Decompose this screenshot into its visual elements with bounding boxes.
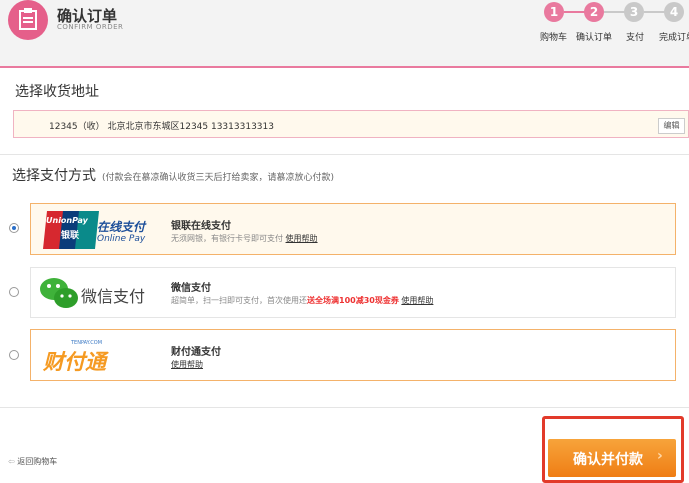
wechat-help-link[interactable]: 使用帮助 [401,296,433,305]
page-subtitle: CONFIRM ORDER [57,23,124,31]
order-icon [8,0,48,40]
tenpay-logo: TENPAY.COM 财付通 [31,330,159,380]
tenpay-option[interactable]: TENPAY.COM 财付通 财付通支付 使用帮助 [30,329,676,381]
step-3-marker: 3 [624,2,644,22]
confirm-pay-button[interactable]: 确认并付款 › [548,439,676,477]
unionpay-desc: 无须网银，有银行卡号即可支付 使用帮助 [171,233,318,244]
wechat-desc: 超简单，扫一扫即可支付，首次使用还送全场满100减30现金券 使用帮助 [171,295,433,306]
unionpay-help-link[interactable]: 使用帮助 [286,234,318,243]
wechat-logo-text: 微信支付 [81,287,146,306]
back-to-cart-link[interactable]: ⇦ 返回购物车 [8,456,57,467]
address-option[interactable]: 12345（收） 北京北京市东城区12345 13313313313 [13,110,689,138]
edit-address-button[interactable]: 编辑 [658,118,685,134]
unionpay-logo-sub: Online Pay [97,234,146,244]
unionpay-desc-text: 无须网银，有银行卡号即可支付 [171,234,283,243]
unionpay-logo: UnionPay 银联 在线支付 Online Pay [31,204,159,254]
step-2-label: 确认订单 [576,33,613,43]
wechat-option[interactable]: 微信支付 微信支付 超简单，扫一扫即可支付，首次使用还送全场满100减30现金券… [30,267,676,318]
step-1-label: 购物车 [540,33,568,43]
wechat-icon [40,278,78,308]
step-3-label: 支付 [626,33,645,43]
confirm-pay-label: 确认并付款 [573,452,643,468]
wechat-logo: 微信支付 [31,268,159,317]
unionpay-name: 银联在线支付 [171,221,231,232]
back-arrow-icon: ⇦ [8,457,15,466]
tenpay-radio[interactable] [9,350,19,360]
divider [0,407,689,408]
wechat-promo: 送全场满100减30现金券 [307,296,399,305]
unionpay-brand-cn: 银联 [61,231,80,241]
payment-section-note: (付款会在慕凉确认收货三天后打给卖家，请慕凉放心付款) [102,173,335,183]
wechat-name: 微信支付 [171,283,211,294]
divider [0,154,689,155]
tenpay-logo-text: 财付通 [43,350,106,374]
unionpay-logo-text: 在线支付 [97,220,146,234]
unionpay-brand: UnionPay [46,216,88,225]
address-text: 12345（收） 北京北京市东城区12345 13313313313 [49,122,274,132]
tenpay-name: 财付通支付 [171,347,221,358]
unionpay-option[interactable]: UnionPay 银联 在线支付 Online Pay 银联在线支付 无须网银，… [30,203,676,255]
tenpay-desc: 使用帮助 [171,359,203,370]
step-4-marker: 4 [664,2,684,22]
step-2-marker: 2 [584,2,604,22]
step-connector [644,11,666,13]
unionpay-radio[interactable] [9,223,19,233]
back-to-cart-label: 返回购物车 [17,457,58,466]
step-connector [604,11,626,13]
payment-section-title: 选择支付方式 (付款会在慕凉确认收货三天后打给卖家，请慕凉放心付款) [12,165,334,185]
step-connector [564,11,586,13]
page-header: 确认订单 CONFIRM ORDER 1 2 3 4 购物车 确认订单 支付 完… [0,0,689,68]
chevron-right-icon: › [657,448,663,464]
step-1-marker: 1 [544,2,564,22]
wechat-desc-text: 超简单，扫一扫即可支付，首次使用还 [171,296,307,305]
tenpay-help-link[interactable]: 使用帮助 [171,360,203,369]
address-section-title: 选择收货地址 [15,84,99,100]
payment-section-title-text: 选择支付方式 [12,168,96,184]
step-4-label: 完成订单 [659,33,689,43]
wechat-radio[interactable] [9,287,19,297]
